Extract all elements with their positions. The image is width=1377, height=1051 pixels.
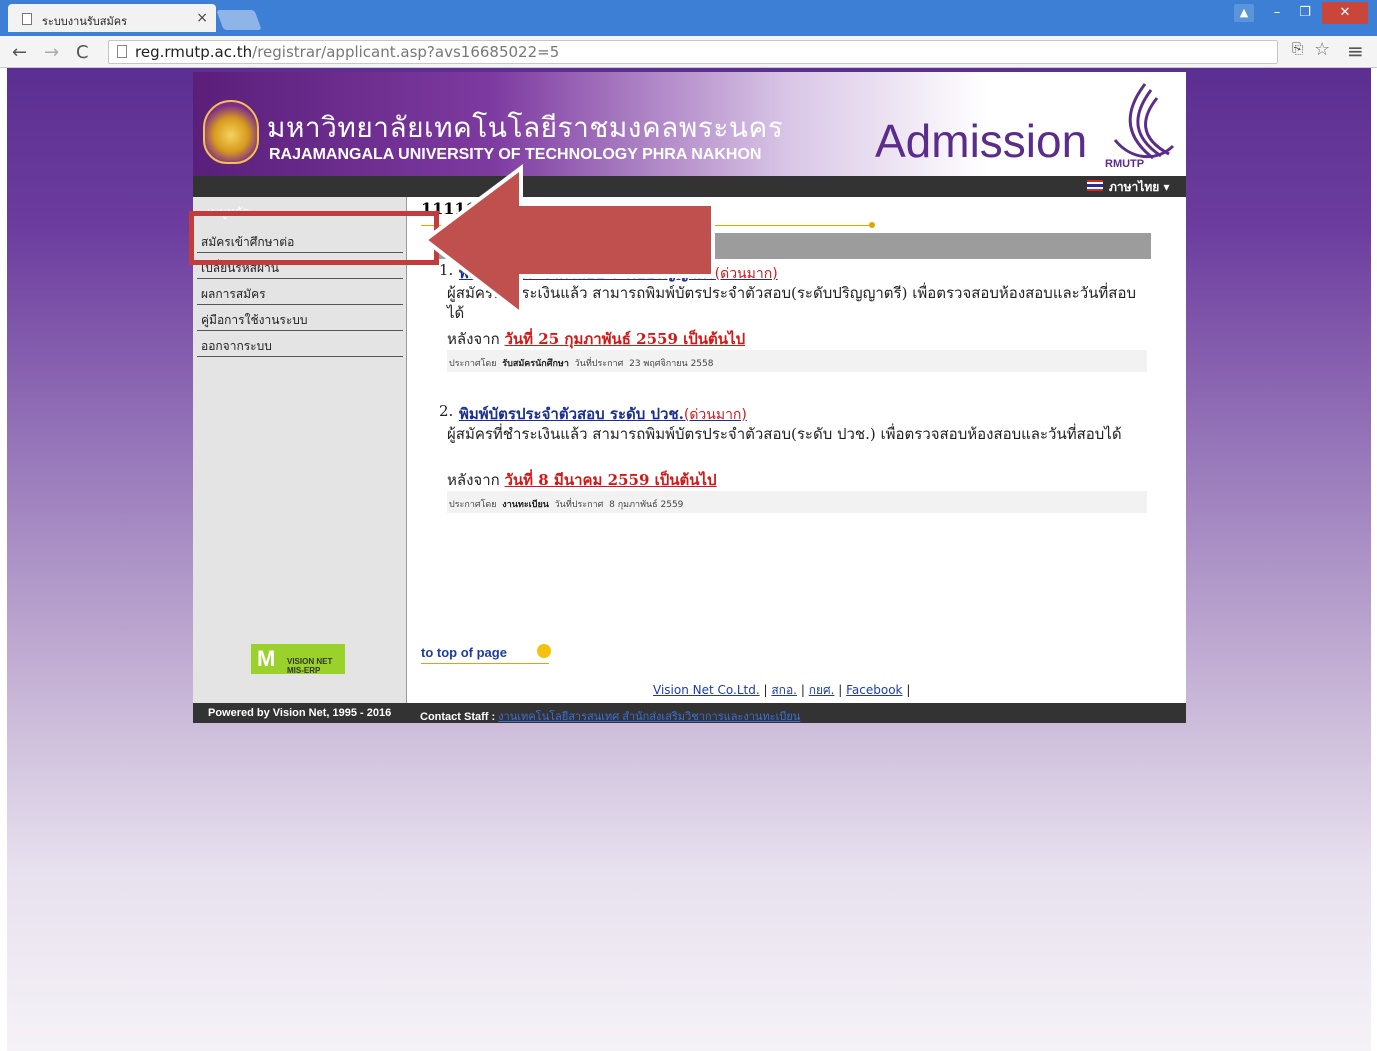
footer-separator: | — [763, 683, 768, 697]
urgent-label: (ด่วนมาก) — [683, 407, 747, 423]
annotation-highlight-box — [189, 211, 439, 265]
footer-link-facebook[interactable]: Facebook — [846, 683, 902, 697]
address-bar[interactable]: reg.rmutp.ac.th/registrar/applicant.asp?… — [108, 40, 1278, 64]
admission-title: Admission — [875, 115, 1088, 167]
user-icon[interactable]: ▲ — [1234, 4, 1254, 22]
language-selector[interactable]: ภาษาไทย ▾ — [1109, 178, 1169, 197]
sidebar-item-logout[interactable]: ออกจากระบบ — [197, 333, 403, 357]
start-date-link[interactable]: วันที่ 25 กุมภาพันธ์ 2559 เป็นต้นไป — [504, 330, 745, 348]
announcement-description: ผู้สมัครที่ชำระเงินแล้ว สามารถพิมพ์บัตรป… — [447, 425, 1122, 443]
after-label: หลังจาก — [447, 330, 500, 348]
footer-link-ohec[interactable]: สกอ. — [771, 683, 797, 697]
posted-date: 8 กุมภาพันธ์ 2559 — [609, 500, 684, 510]
footer-link-visionnet[interactable]: Vision Net Co.Ltd. — [653, 683, 760, 697]
bookmark-star-icon[interactable]: ☆ — [1314, 39, 1330, 60]
contact-staff-link[interactable]: งานเทคโนโลยีสารสนเทศ สำนักส่งเสริมวิชากา… — [498, 711, 800, 723]
browser-toolbar: ← → C reg.rmutp.ac.th/registrar/applican… — [0, 36, 1377, 68]
translate-icon[interactable]: ⎘ — [1292, 41, 1303, 57]
page-viewport: มหาวิทยาลัยเทคโนโลยีราชมงคลพระนคร RAJAMA… — [7, 68, 1371, 1051]
announcement-number: 2. — [439, 402, 454, 420]
maximize-button[interactable]: ❐ — [1292, 2, 1318, 24]
posted-date: 23 พฤศจิกายน 2558 — [629, 359, 714, 369]
announcement-item: 2. พิมพ์บัตรประจำตัวสอบ ระดับ ปวช.(ด่วนม… — [439, 402, 1149, 518]
posted-by-label: ประกาศโดย — [449, 359, 497, 369]
contact-staff: Contact Staff : งานเทคโนโลยีสารสนเทศ สำน… — [420, 707, 800, 725]
footer-separator: | — [906, 683, 911, 697]
annotation-arrow-icon — [421, 164, 715, 319]
powered-by-text: Powered by Vision Net, 1995 - 2016 — [208, 707, 392, 719]
browser-tab[interactable]: ระบบงานรับสมัคร × — [8, 4, 216, 32]
tab-close-icon[interactable]: × — [196, 10, 208, 26]
title-underline-dot — [869, 222, 875, 228]
announcement-title-link[interactable]: พิมพ์บัตรประจำตัวสอบ ระดับ ปวช.(ด่วนมาก) — [459, 402, 747, 426]
minimize-button[interactable]: – — [1264, 2, 1290, 24]
urgent-label: (ด่วนมาก) — [714, 266, 778, 282]
announcement-meta: ประกาศโดย รับสมัครนักศึกษา วันที่ประกาศ … — [447, 350, 1147, 372]
announcement-start-date: หลังจาก วันที่ 25 กุมภาพันธ์ 2559 เป็นต้… — [447, 327, 745, 351]
vision-net-logo-text: VISION NET MIS-ERP — [287, 657, 333, 675]
rmutp-logo-text: RMUTP — [1105, 158, 1145, 170]
sidebar-item-results[interactable]: ผลการสมัคร — [197, 281, 403, 305]
announcement-start-date: หลังจาก วันที่ 8 มีนาคม 2559 เป็นต้นไป — [447, 468, 717, 492]
sidebar-menu: เมนูหลัก สมัครเข้าศึกษาต่อ เปลี่ยนรหัสผ่… — [193, 197, 407, 703]
announcement-meta: ประกาศโดย งานทะเบียน วันที่ประกาศ 8 กุมภ… — [447, 491, 1147, 513]
university-name-english: RAJAMANGALA UNIVERSITY OF TECHNOLOGY PHR… — [269, 146, 762, 163]
chrome-menu-icon[interactable]: ≡ — [1347, 39, 1364, 63]
site-banner: มหาวิทยาลัยเทคโนโลยีราชมงคลพระนคร RAJAMA… — [193, 72, 1186, 176]
url-path: /registrar/applicant.asp?avs16685022=5 — [252, 43, 560, 61]
browser-titlebar: ระบบงานรับสมัคร × ▲ – ❐ ✕ — [0, 0, 1377, 36]
posted-by-label: ประกาศโดย — [449, 500, 497, 510]
to-top-link[interactable]: to top of page — [421, 645, 507, 660]
start-date-link[interactable]: วันที่ 8 มีนาคม 2559 เป็นต้นไป — [504, 471, 716, 489]
up-arrow-icon[interactable] — [537, 644, 551, 658]
contact-label: Contact Staff : — [420, 711, 496, 723]
posted-date-label: วันที่ประกาศ — [554, 500, 604, 510]
to-top-underline — [421, 663, 549, 664]
posted-by: งานทะเบียน — [502, 500, 549, 510]
university-name-thai: มหาวิทยาลัยเทคโนโลยีราชมงคลพระนคร — [267, 111, 784, 144]
after-label: หลังจาก — [447, 471, 500, 489]
site-footer-bar: Powered by Vision Net, 1995 - 2016 Conta… — [193, 703, 1186, 723]
reload-button[interactable]: C — [76, 42, 89, 63]
back-button[interactable]: ← — [12, 42, 27, 63]
thai-flag-icon — [1087, 180, 1103, 191]
url-host: reg.rmutp.ac.th — [135, 43, 253, 61]
forward-button[interactable]: → — [44, 42, 59, 63]
sidebar-item-manual[interactable]: คู่มือการใช้งานระบบ — [197, 307, 403, 331]
vision-net-logo-mark: M — [257, 646, 276, 671]
vision-net-logo[interactable]: M VISION NET MIS-ERP — [251, 644, 345, 675]
announcement-title[interactable]: พิมพ์บัตรประจำตัวสอบ ระดับ ปวช. — [459, 405, 684, 423]
footer-link-slf[interactable]: กยศ. — [809, 683, 835, 697]
new-tab-button[interactable] — [216, 10, 262, 30]
close-window-button[interactable]: ✕ — [1322, 2, 1368, 24]
page-icon — [22, 13, 32, 25]
page-icon — [117, 45, 127, 58]
footer-separator: | — [800, 683, 805, 697]
posted-date-label: วันที่ประกาศ — [574, 359, 624, 369]
posted-by: รับสมัครนักศึกษา — [502, 359, 569, 369]
tab-title: ระบบงานรับสมัคร — [42, 15, 127, 28]
footer-separator: | — [838, 683, 843, 697]
footer-links: Vision Net Co.Ltd. | สกอ. | กยศ. | Faceb… — [653, 681, 910, 700]
university-seal-icon — [203, 100, 259, 164]
